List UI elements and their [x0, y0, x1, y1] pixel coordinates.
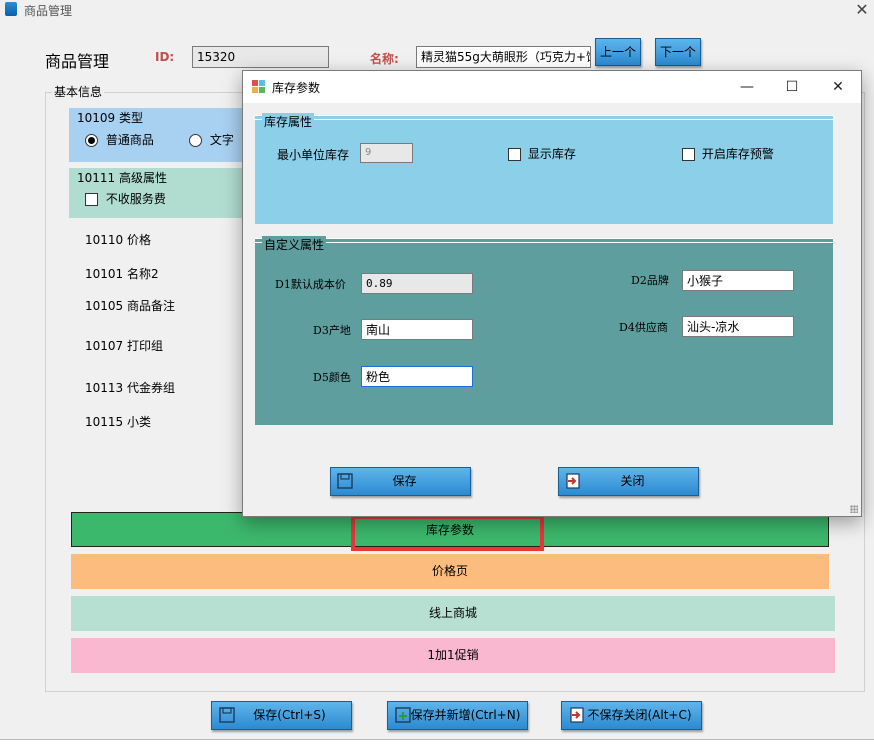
radio-unselected-icon[interactable]	[189, 134, 202, 147]
d1-label: D1默认成本价	[275, 278, 346, 291]
field-note: 10105 商品备注	[85, 299, 175, 313]
window-title: 商品管理	[24, 4, 73, 18]
prev-button[interactable]: 上一个	[595, 38, 641, 66]
min-unit-label: 最小单位库存	[277, 148, 350, 162]
save-new-button[interactable]: 保存并新增(Ctrl+N)	[387, 701, 528, 730]
d5-label: D5颜色	[313, 371, 351, 384]
custom-section-title: 自定义属性	[262, 236, 327, 253]
dialog-save-button[interactable]: 保存	[330, 467, 471, 496]
type-section: 10109 类型 普通商品 文字	[69, 108, 269, 162]
no-service-fee-option[interactable]: 不收服务费	[85, 190, 166, 207]
maximize-icon[interactable]: ☐	[778, 77, 806, 97]
basic-info-label: 基本信息	[52, 83, 105, 100]
resize-grip[interactable]	[850, 505, 858, 513]
field-voucher-group: 10113 代金券组	[85, 381, 175, 395]
advanced-section-title: 10111 高级属性	[77, 171, 167, 185]
dialog-close-icon[interactable]: ✕	[824, 77, 852, 97]
checkbox-icon[interactable]	[85, 193, 98, 206]
tab-promo[interactable]: 1加1促销	[71, 638, 835, 673]
radio-text[interactable]: 文字	[189, 131, 234, 148]
d4-field[interactable]: 汕头-凉水	[682, 316, 794, 337]
d3-label: D3产地	[313, 324, 351, 337]
custom-attributes-section: 自定义属性 D1默认成本价 0.89 D2品牌 小猴子 D3产地 南山 D4供应…	[255, 236, 833, 425]
id-field[interactable]: 15320	[192, 46, 329, 68]
stock-alert-checkbox-icon[interactable]	[682, 148, 695, 161]
dialog-save-label: 保存	[392, 474, 417, 488]
save-new-label: 保存并新增(Ctrl+N)	[410, 708, 521, 722]
type-section-title: 10109 类型	[77, 111, 143, 125]
stock-alert-option[interactable]: 开启库存预警	[682, 145, 774, 162]
show-stock-option[interactable]: 显示库存	[508, 145, 576, 162]
stock-params-dialog: 库存参数 — ☐ ✕ 库存属性 最小单位库存 9 显示库存 开启库存预警 自定义…	[242, 70, 862, 517]
field-name2: 10101 名称2	[85, 267, 159, 281]
highlight-box	[351, 515, 544, 551]
field-print-group: 10107 打印组	[85, 339, 163, 353]
dialog-app-icon	[252, 80, 265, 93]
show-stock-label: 显示库存	[527, 147, 576, 161]
stock-alert-label: 开启库存预警	[701, 147, 774, 161]
next-button[interactable]: 下一个	[655, 38, 701, 66]
advanced-section: 10111 高级属性 不收服务费	[69, 168, 269, 218]
d2-label: D2品牌	[631, 274, 669, 287]
name-label: 名称:	[370, 52, 399, 66]
stock-section-title: 库存属性	[262, 113, 315, 130]
d1-field[interactable]: 0.89	[361, 273, 473, 294]
radio-normal-label: 普通商品	[105, 133, 154, 147]
window-close-icon[interactable]: ✕	[852, 0, 872, 19]
radio-selected-icon[interactable]	[85, 134, 98, 147]
close-without-save-button[interactable]: 不保存关闭(Alt+C)	[561, 701, 702, 730]
min-unit-field[interactable]: 9	[360, 143, 413, 163]
radio-normal-product[interactable]: 普通商品	[85, 131, 154, 148]
field-price: 10110 价格	[85, 233, 151, 247]
d4-label: D4供应商	[619, 321, 668, 334]
dialog-title: 库存参数	[272, 81, 321, 95]
close-without-save-label: 不保存关闭(Alt+C)	[587, 708, 692, 722]
d5-field[interactable]: 粉色	[361, 366, 473, 387]
id-label: ID:	[155, 50, 175, 64]
page-title: 商品管理	[45, 52, 110, 71]
tab-price-page[interactable]: 价格页	[71, 554, 829, 589]
name-field[interactable]: 精灵猫55g大萌眼形（巧克力+饼	[416, 46, 591, 68]
dialog-close-button[interactable]: 关闭	[558, 467, 699, 496]
no-service-fee-label: 不收服务费	[105, 192, 166, 206]
show-stock-checkbox-icon[interactable]	[508, 148, 521, 161]
minimize-icon[interactable]: —	[733, 77, 761, 97]
save-button-label: 保存(Ctrl+S)	[253, 708, 326, 722]
field-subcategory: 10115 小类	[85, 415, 151, 429]
d3-field[interactable]: 南山	[361, 319, 473, 340]
d2-field[interactable]: 小猴子	[682, 270, 794, 291]
dialog-close-label: 关闭	[620, 474, 645, 488]
app-icon	[5, 2, 17, 16]
save-button[interactable]: 保存(Ctrl+S)	[211, 701, 352, 730]
dialog-titlebar: 库存参数 — ☐ ✕	[243, 71, 861, 103]
stock-attributes-section: 库存属性 最小单位库存 9 显示库存 开启库存预警	[255, 113, 833, 224]
tab-online-mall[interactable]: 线上商城	[71, 596, 835, 631]
radio-text-label: 文字	[209, 133, 234, 147]
